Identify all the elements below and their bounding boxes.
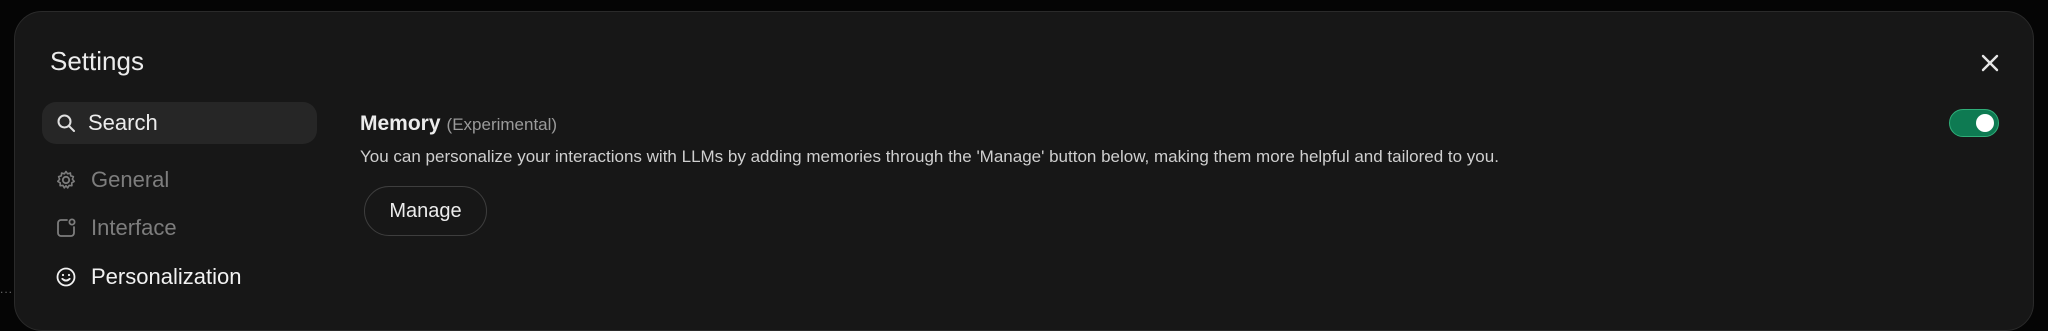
close-button[interactable] [1973, 46, 2007, 80]
memory-description: You can personalize your interactions wi… [360, 147, 1499, 166]
toggle-knob [1976, 114, 1994, 132]
search-placeholder: Search [88, 110, 158, 135]
gear-icon [57, 170, 75, 189]
settings-modal: Settings Search General Interface Person… [14, 11, 2034, 331]
close-icon [1981, 54, 1999, 72]
sidebar-item-label: Interface [91, 215, 177, 240]
interface-icon [57, 218, 76, 237]
memory-toggle[interactable] [1949, 109, 1999, 137]
manage-button[interactable]: Manage [364, 186, 487, 236]
experimental-tag: (Experimental) [446, 115, 558, 134]
sidebar-item-general[interactable]: General [55, 167, 169, 193]
modal-title: Settings [50, 46, 144, 76]
sidebar-item-interface[interactable]: Interface [55, 215, 177, 241]
memory-section: Memory (Experimental) You can personalize… [360, 112, 2010, 167]
memory-title: Memory [360, 112, 441, 135]
memory-heading: Memory (Experimental) [360, 112, 2010, 136]
sidebar-item-personalization[interactable]: Personalization [55, 264, 241, 290]
search-icon [57, 114, 75, 132]
smile-icon [56, 267, 76, 287]
sidebar-item-label: Personalization [91, 264, 242, 289]
resize-handle: ... [0, 282, 14, 296]
sidebar-item-label: General [91, 167, 170, 192]
search-input[interactable]: Search [42, 102, 317, 144]
